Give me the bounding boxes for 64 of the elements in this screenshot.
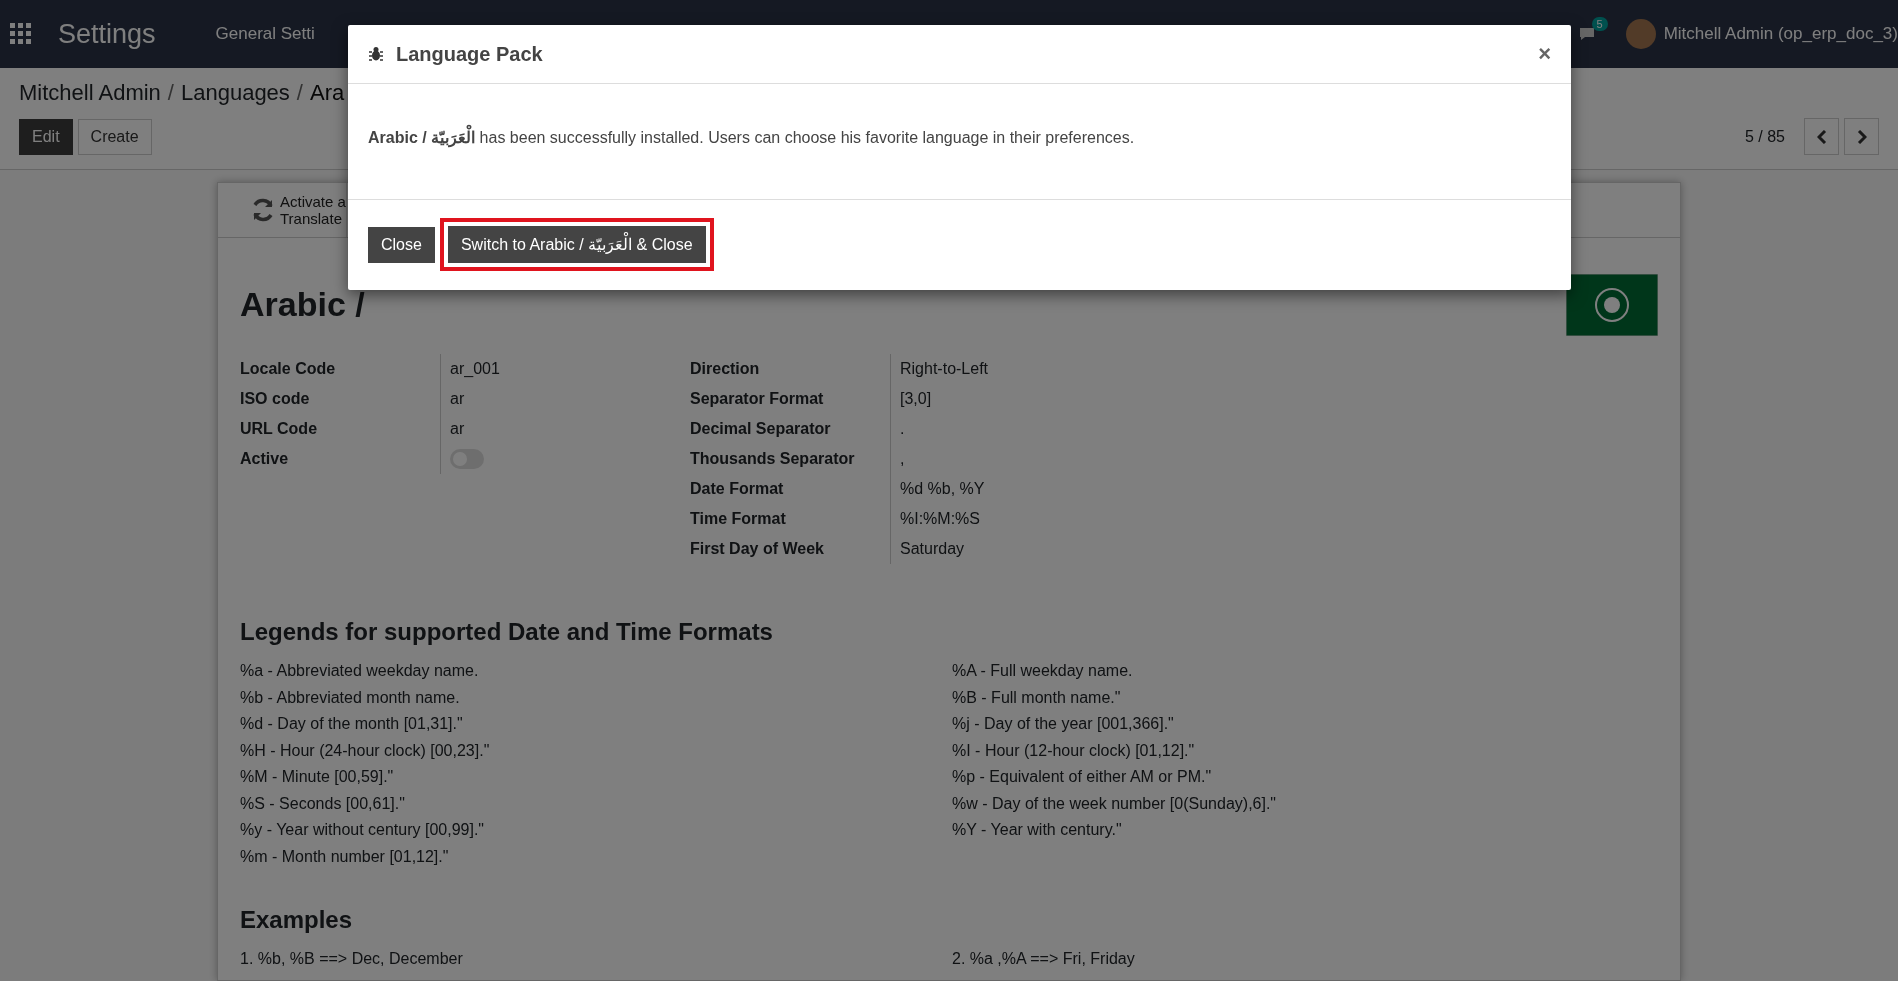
legend-line: %H - Hour (24-hour clock) [00,23]." [240, 740, 491, 761]
field-value: Saturday [890, 534, 1658, 564]
menu-item[interactable]: General Setti [215, 24, 315, 44]
legend-line: %p - Equivalent of either AM or PM." [952, 767, 1213, 787]
bug-icon [368, 46, 384, 62]
field-label: Time Format [690, 509, 787, 529]
legend-line: %S - Seconds [00,61]." [240, 793, 406, 814]
legend-line: %I - Hour (12-hour clock) [01,12]." [952, 740, 1196, 761]
switch-language-button[interactable]: Switch to Arabic / الْعَرَبيّة & Close [447, 226, 706, 263]
field-label: Thousands Separator [690, 449, 856, 469]
field-label: Decimal Separator [690, 419, 832, 439]
user-name[interactable]: Mitchell Admin (op_erp_doc_3) [1663, 24, 1898, 44]
next-button[interactable] [1844, 118, 1879, 155]
dialog-title: Language Pack [396, 42, 543, 66]
breadcrumb-separator: / [296, 80, 303, 106]
legend-line: %j - Day of the year [001,366]." [952, 714, 1175, 734]
field-value: ar [440, 414, 690, 444]
chevron-right-icon [1856, 129, 1867, 144]
field-value: , [890, 444, 1658, 474]
example-line: 1. %b, %B ==> Dec, December [240, 949, 464, 969]
section-heading: Examples [240, 906, 354, 934]
breadcrumb-link[interactable]: Languages [180, 80, 290, 106]
create-button[interactable]: Create [77, 118, 152, 155]
chevron-left-icon [1816, 129, 1827, 144]
field-label: Direction [690, 359, 761, 379]
breadcrumb-link[interactable]: Mitchell Admin [19, 80, 161, 106]
count-badge: 5 [1591, 17, 1608, 31]
close-button[interactable]: Close [368, 226, 435, 263]
previous-button[interactable] [1804, 118, 1839, 155]
field-label: Separator Format [690, 389, 825, 409]
field-label: Active [240, 449, 290, 469]
field-label: Locale Code [240, 359, 337, 379]
field-label: First Day of Week [690, 539, 825, 559]
chat-icon[interactable] [1577, 25, 1596, 43]
field-value: %d %b, %Y [890, 474, 1658, 504]
legend-line: %d - Day of the month [01,31]." [240, 714, 464, 734]
field-value: %I:%M:%S [890, 504, 1658, 534]
legend-line: %A - Full weekday name. [952, 661, 1134, 681]
edit-button[interactable]: Edit [19, 118, 73, 155]
field-label: URL Code [240, 419, 319, 439]
field-value: ar [440, 384, 690, 414]
app-title: Settings [58, 18, 156, 50]
field-label: Date Format [690, 479, 785, 499]
legend-line: %a - Abbreviated weekday name. [240, 661, 480, 681]
activate-translate-button[interactable]: Activate a Translate [240, 183, 347, 237]
legend-line: %m - Month number [01,12]." [240, 846, 450, 867]
legend-line: %y - Year without century [00,99]." [240, 820, 486, 840]
record-title: Arabic / [240, 284, 365, 325]
field-value: Right-to-Left [890, 354, 1658, 384]
legend-line: %w - Day of the week number [0(Sunday),6]." [952, 793, 1278, 814]
apps-grid-icon[interactable] [10, 23, 32, 45]
field-label: ISO code [240, 389, 311, 409]
legend-line: %B - Full month name." [952, 687, 1122, 708]
legend-line: %Y - Year with century." [952, 820, 1123, 840]
section-heading: Legends for supported Date and Time Formats [240, 618, 774, 646]
breadcrumb-separator: / [167, 80, 174, 106]
breadcrumb-link[interactable]: Ara [310, 80, 345, 106]
legend-line: %M - Minute [00,59]." [240, 767, 395, 787]
field-value: . [890, 414, 1658, 444]
legend-line: %b - Abbreviated month name. [240, 687, 461, 708]
pager-counter: 5 / 85 [1744, 127, 1785, 146]
field-value: ar_001 [440, 354, 690, 384]
field-value: [3,0] [890, 384, 1658, 414]
example-line: 2. %a ,%A ==> Fri, Friday [952, 949, 1136, 969]
